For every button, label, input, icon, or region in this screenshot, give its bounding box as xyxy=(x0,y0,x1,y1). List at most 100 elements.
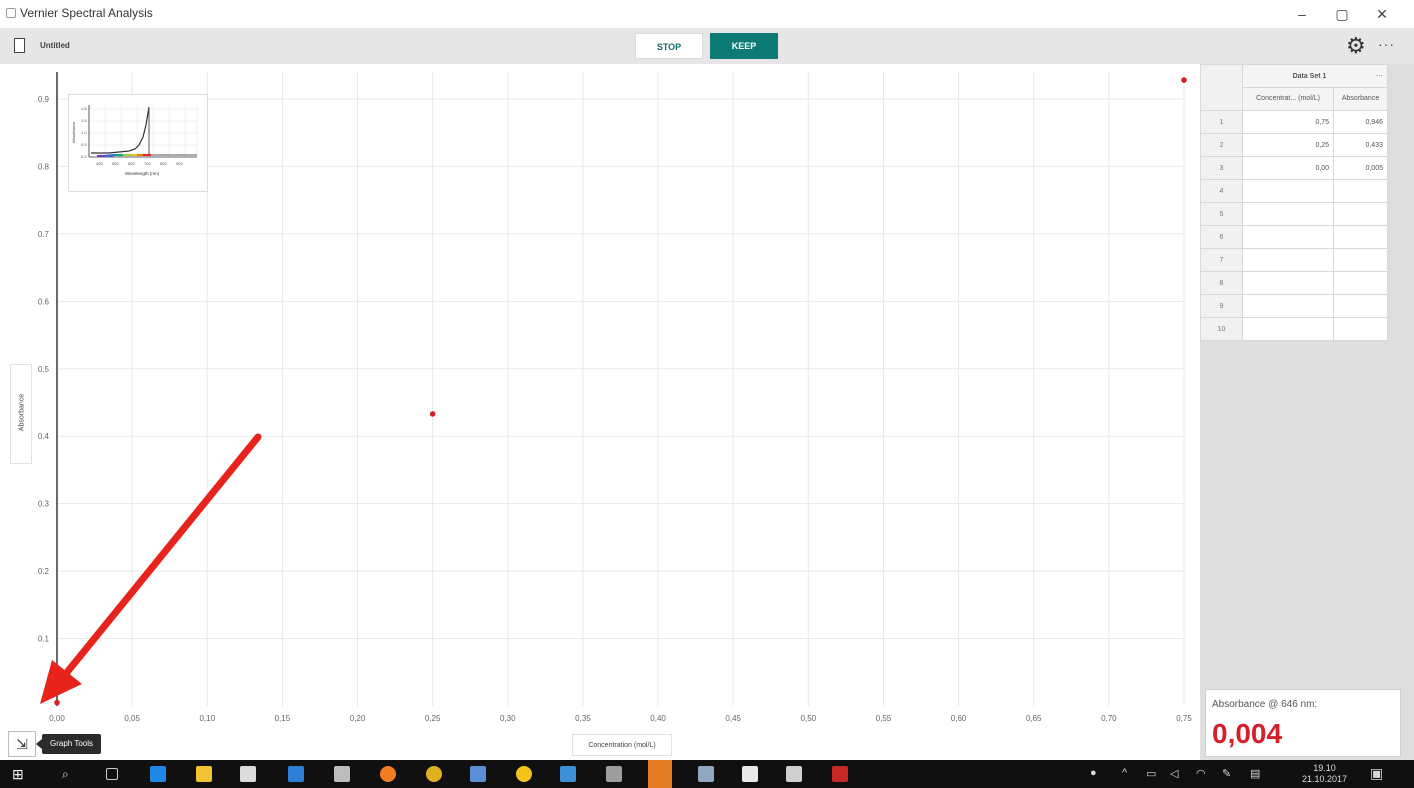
y-tick-label: 0.7 xyxy=(38,230,50,239)
pdf-icon[interactable] xyxy=(832,766,848,782)
app-icon-6[interactable] xyxy=(786,766,802,782)
file-icon[interactable] xyxy=(14,38,25,53)
column-header-concentration[interactable]: Concentrat... (mol/L) xyxy=(1241,87,1335,111)
absorbance-cell[interactable]: 0,946 xyxy=(1333,110,1388,134)
table-row[interactable]: 1 0,75 0,946 xyxy=(1200,110,1388,134)
mail-icon[interactable] xyxy=(334,766,350,782)
row-index: 4 xyxy=(1200,179,1243,203)
chrome-icon[interactable] xyxy=(426,766,442,782)
absorbance-cell[interactable] xyxy=(1333,202,1388,226)
firefox-icon[interactable] xyxy=(380,766,396,782)
x-tick-label: 0,65 xyxy=(1026,714,1042,723)
table-row[interactable]: 6 xyxy=(1200,225,1388,249)
clock-time: 19.10 xyxy=(1313,763,1336,773)
show-hidden-icons[interactable]: ^ xyxy=(1122,767,1127,779)
concentration-cell[interactable] xyxy=(1241,179,1335,203)
maximize-button[interactable]: ▢ xyxy=(1322,2,1362,26)
mini-x-tick: 500 xyxy=(112,161,119,166)
absorbance-cell[interactable]: 0,433 xyxy=(1333,133,1388,157)
network-icon[interactable]: ◠ xyxy=(1196,767,1206,780)
mini-spectrum-graph[interactable]: 1.8 1.5 1.0 0.5 0.2 400 500 600 700 800 … xyxy=(68,94,208,192)
concentration-cell[interactable]: 0,00 xyxy=(1241,156,1335,180)
concentration-cell[interactable] xyxy=(1241,294,1335,318)
app-icon-5[interactable] xyxy=(698,766,714,782)
data-set-more-icon[interactable]: ··· xyxy=(1376,73,1383,80)
row-index: 8 xyxy=(1200,271,1243,295)
absorbance-cell[interactable] xyxy=(1333,317,1388,341)
table-row[interactable]: 2 0,25 0,433 xyxy=(1200,133,1388,157)
app-icon-2[interactable] xyxy=(516,766,532,782)
file-name[interactable]: Untitled xyxy=(40,41,70,50)
concentration-cell[interactable] xyxy=(1241,317,1335,341)
absorbance-cell[interactable]: 0,005 xyxy=(1333,156,1388,180)
concentration-cell[interactable] xyxy=(1241,271,1335,295)
mini-x-label: Wavelength (nm) xyxy=(125,171,160,176)
concentration-cell[interactable]: 0,25 xyxy=(1241,133,1335,157)
dropbox-icon[interactable] xyxy=(288,766,304,782)
stop-button[interactable]: STOP xyxy=(635,33,703,59)
table-row[interactable]: 7 xyxy=(1200,248,1388,272)
document-icon[interactable] xyxy=(742,766,758,782)
row-index: 3 xyxy=(1200,156,1243,180)
column-header-absorbance[interactable]: Absorbance xyxy=(1333,87,1388,111)
concentration-cell[interactable]: 0,75 xyxy=(1241,110,1335,134)
mini-y-tick: 1.0 xyxy=(81,130,87,135)
pen-icon[interactable]: ✎ xyxy=(1222,767,1231,780)
x-tick-label: 0,55 xyxy=(876,714,892,723)
x-axis-label[interactable]: Concentration (mol/L) xyxy=(572,734,672,756)
y-axis-label-box[interactable]: Absorbance xyxy=(10,364,32,464)
absorbance-cell[interactable] xyxy=(1333,294,1388,318)
minimize-button[interactable]: – xyxy=(1282,2,1322,26)
concentration-cell[interactable] xyxy=(1241,248,1335,272)
clock[interactable]: 19.10 21.10.2017 xyxy=(1302,763,1347,785)
y-tick-label: 0.1 xyxy=(38,635,50,644)
volume-icon[interactable]: ◁ xyxy=(1170,767,1178,780)
table-row[interactable]: 8 xyxy=(1200,271,1388,295)
mini-x-tick: 800 xyxy=(160,161,167,166)
table-row[interactable]: 9 xyxy=(1200,294,1388,318)
y-tick-label: 0.5 xyxy=(38,365,50,374)
keep-button[interactable]: KEEP xyxy=(710,33,778,59)
table-row[interactable]: 4 xyxy=(1200,179,1388,203)
meter-value: 0,004 xyxy=(1212,718,1283,749)
app-icon-3[interactable] xyxy=(560,766,576,782)
clock-date: 21.10.2017 xyxy=(1302,774,1348,784)
mini-x-tick: 900 xyxy=(176,161,183,166)
data-table: Data Set 1 ··· Concentrat... (mol/L) Abs… xyxy=(1200,64,1388,341)
store-icon[interactable] xyxy=(240,766,256,782)
gear-icon[interactable]: ⚙ xyxy=(1346,33,1366,59)
keyboard-icon[interactable]: ▤ xyxy=(1250,767,1260,780)
close-button[interactable]: ✕ xyxy=(1362,2,1402,26)
app-icon-4[interactable] xyxy=(606,766,622,782)
app-icon-1[interactable] xyxy=(470,766,486,782)
mini-y-tick: 0.2 xyxy=(81,154,87,159)
x-tick-label: 0,70 xyxy=(1101,714,1117,723)
graph-area[interactable]: 0,00 0,05 0,10 0,15 0,20 0,25 0,30 0,35 0,40 0,45… xyxy=(0,64,1200,760)
absorbance-cell[interactable] xyxy=(1333,248,1388,272)
concentration-cell[interactable] xyxy=(1241,225,1335,249)
table-row[interactable]: 10 xyxy=(1200,317,1388,341)
graph-tools-button[interactable]: ⇲ xyxy=(8,731,36,757)
table-row[interactable]: 3 0,00 0,005 xyxy=(1200,156,1388,180)
start-icon[interactable]: ⊞ xyxy=(12,766,28,782)
task-view-icon[interactable] xyxy=(106,768,118,780)
absorbance-cell[interactable] xyxy=(1333,225,1388,249)
concentration-cell[interactable] xyxy=(1241,202,1335,226)
file-explorer-icon[interactable] xyxy=(196,766,212,782)
x-tick-label: 0,00 xyxy=(49,714,65,723)
spectral-analysis-taskbar-icon[interactable] xyxy=(648,760,672,788)
y-axis-label: Absorbance xyxy=(18,393,26,432)
absorbance-cell[interactable] xyxy=(1333,179,1388,203)
data-set-title[interactable]: Data Set 1 ··· xyxy=(1242,64,1388,88)
notifications-icon[interactable]: ▣ xyxy=(1370,765,1383,782)
edge-icon[interactable] xyxy=(150,766,166,782)
more-options-icon[interactable]: ··· xyxy=(1378,36,1395,52)
search-icon[interactable]: ⌕ xyxy=(62,766,78,782)
mini-x-tick: 600 xyxy=(128,161,135,166)
battery-icon[interactable]: ▭ xyxy=(1146,767,1156,780)
absorbance-cell[interactable] xyxy=(1333,271,1388,295)
help-icon[interactable]: ● xyxy=(1090,767,1097,779)
live-meter[interactable]: Absorbance @ 646 nm: 0,004 xyxy=(1205,689,1401,757)
table-row[interactable]: 5 xyxy=(1200,202,1388,226)
row-index: 10 xyxy=(1200,317,1243,341)
